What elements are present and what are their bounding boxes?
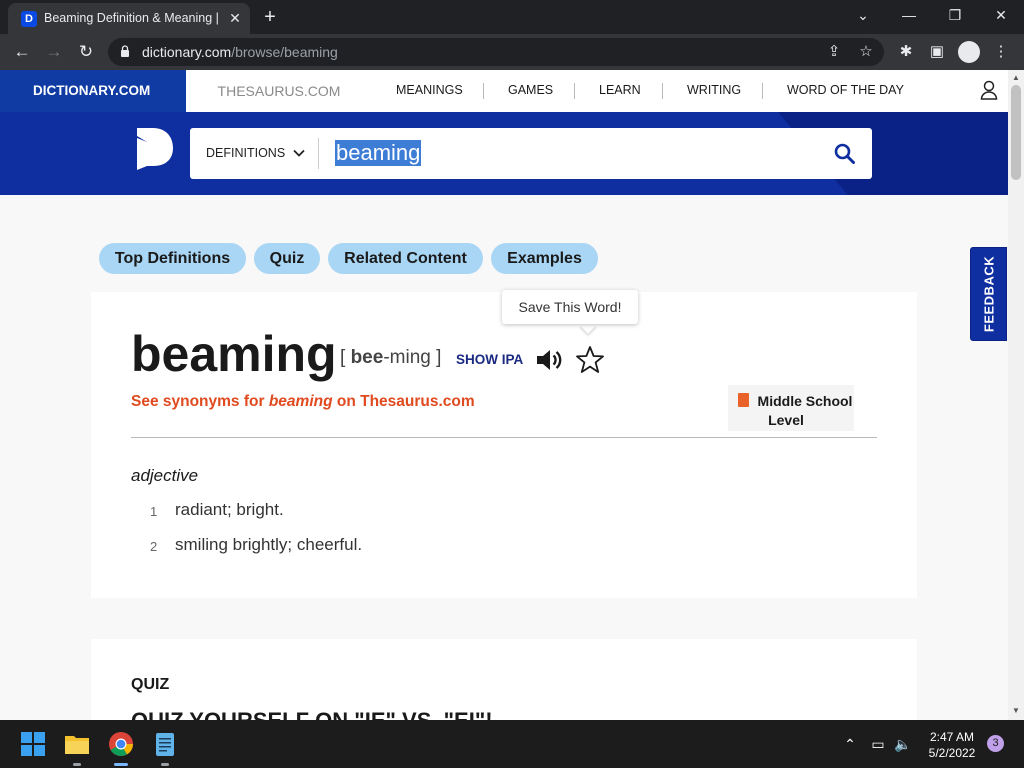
nav-games[interactable]: GAMES: [508, 70, 553, 112]
level-label-2: Level: [768, 412, 804, 428]
pill-examples[interactable]: Examples: [491, 243, 598, 274]
close-window-icon[interactable]: ✕: [986, 4, 1016, 26]
share-icon[interactable]: ⇪: [824, 42, 844, 62]
new-tab-icon[interactable]: +: [258, 5, 282, 29]
save-word-tooltip: Save This Word!: [502, 290, 638, 324]
app-indicator: [73, 763, 81, 766]
speaker-icon[interactable]: [535, 347, 563, 373]
active-app-indicator: [114, 763, 128, 766]
clock-date: 5/2/2022: [928, 746, 976, 760]
quiz-subtitle[interactable]: QUIZ YOURSELF ON "IE" VS. "EI"!: [131, 708, 493, 720]
definition-text: smiling brightly; cheerful.: [175, 535, 363, 554]
nav-meanings[interactable]: MEANINGS: [396, 70, 463, 112]
extensions-icon[interactable]: ✱: [895, 41, 917, 63]
quiz-title: QUIZ: [131, 676, 170, 693]
nav-word-of-the-day[interactable]: WORD OF THE DAY: [787, 70, 904, 112]
close-tab-icon[interactable]: ✕: [226, 9, 244, 27]
search-input[interactable]: beaming: [335, 140, 422, 166]
tab-title: Beaming Definition & Meaning | Dictionar…: [44, 11, 220, 25]
notification-badge[interactable]: 3: [987, 735, 1004, 752]
quiz-subtitle-clip: QUIZ YOURSELF ON "IE" VS. "EI"!: [131, 700, 911, 720]
browser-tab-bar: D Beaming Definition & Meaning | Diction…: [0, 0, 1024, 34]
url-text: dictionary.com/browse/beaming: [142, 44, 338, 60]
app-indicator: [161, 763, 169, 766]
back-icon[interactable]: ←: [10, 40, 34, 64]
browser-tab[interactable]: D Beaming Definition & Meaning | Diction…: [8, 3, 250, 34]
page-scrollbar[interactable]: ▲ ▼: [1008, 70, 1024, 720]
address-bar[interactable]: dictionary.com/browse/beaming ⇪ ☆: [108, 38, 884, 66]
search-hero: DEFINITIONS beaming: [0, 112, 1008, 195]
definition-number: 1: [150, 504, 158, 519]
site-top-nav: DICTIONARY.COM THESAURUS.COM MEANINGS GA…: [0, 70, 1008, 112]
user-account-icon[interactable]: [980, 80, 998, 100]
menu-icon[interactable]: ⋮: [990, 41, 1012, 63]
definition-number: 2: [150, 539, 158, 554]
reload-icon[interactable]: ↻: [74, 40, 98, 64]
dictionary-favicon-icon: D: [21, 11, 37, 27]
restore-icon[interactable]: ❐: [940, 4, 970, 26]
notepad-icon[interactable]: [150, 729, 180, 759]
save-word-star-icon[interactable]: [575, 345, 605, 375]
search-box: DEFINITIONS beaming: [190, 128, 872, 179]
chrome-icon[interactable]: [106, 729, 136, 759]
headword: beaming: [131, 326, 337, 382]
nav-writing[interactable]: WRITING: [687, 70, 741, 112]
part-of-speech: adjective: [131, 466, 199, 485]
pill-top-definitions[interactable]: Top Definitions: [99, 243, 246, 274]
scroll-up-icon[interactable]: ▲: [1011, 73, 1021, 83]
browser-toolbar: ← → ↻ dictionary.com/browse/beaming ⇪ ☆ …: [0, 34, 1024, 70]
windows-taskbar: ⌃ ▭ 🔈 2:47 AM 5/2/2022 3: [0, 720, 1024, 768]
nav-divider: [483, 83, 484, 99]
dictionary-logo-icon[interactable]: [135, 126, 175, 170]
network-icon[interactable]: ▭: [868, 734, 888, 754]
system-clock[interactable]: 2:47 AM 5/2/2022: [920, 729, 984, 761]
grade-level-badge: Middle School Level: [728, 385, 854, 431]
file-explorer-icon[interactable]: [62, 729, 92, 759]
clock-time: 2:47 AM: [929, 730, 975, 744]
dictionary-brand-tab[interactable]: DICTIONARY.COM: [0, 70, 186, 112]
side-panel-icon[interactable]: ▣: [926, 41, 948, 63]
nav-learn[interactable]: LEARN: [599, 70, 641, 112]
volume-icon[interactable]: 🔈: [893, 734, 913, 754]
scroll-thumb[interactable]: [1011, 85, 1021, 180]
lock-icon: [121, 45, 129, 57]
forward-icon[interactable]: →: [42, 40, 66, 64]
level-label: Middle School: [757, 393, 853, 409]
pill-related-content[interactable]: Related Content: [328, 243, 483, 274]
entry-divider: [131, 437, 877, 438]
pill-quiz[interactable]: Quiz: [254, 243, 320, 274]
synonyms-link[interactable]: See synonyms for beaming on Thesaurus.co…: [131, 393, 475, 411]
definition-text: radiant; bright.: [175, 500, 284, 519]
feedback-button[interactable]: FEEDBACK: [970, 247, 1007, 341]
windows-start-icon[interactable]: [18, 729, 48, 759]
search-divider: [318, 138, 319, 169]
nav-divider: [762, 83, 763, 99]
nav-divider: [662, 83, 663, 99]
profile-avatar[interactable]: [958, 41, 980, 63]
chevron-down-icon[interactable]: [293, 147, 305, 159]
show-ipa-button[interactable]: SHOW IPA: [456, 352, 523, 367]
nav-divider: [574, 83, 575, 99]
scroll-down-icon[interactable]: ▼: [1011, 706, 1021, 716]
pronunciation: [ bee-ming ]: [340, 347, 442, 368]
minimize-icon[interactable]: —: [894, 4, 924, 26]
bookmark-star-icon[interactable]: ☆: [856, 42, 876, 62]
definitions-dropdown[interactable]: DEFINITIONS: [206, 128, 285, 179]
chevron-up-icon[interactable]: ⌃: [840, 734, 860, 754]
search-icon[interactable]: [834, 143, 855, 164]
tab-search-icon[interactable]: ⌄: [848, 4, 878, 26]
thesaurus-tab[interactable]: THESAURUS.COM: [186, 70, 372, 112]
